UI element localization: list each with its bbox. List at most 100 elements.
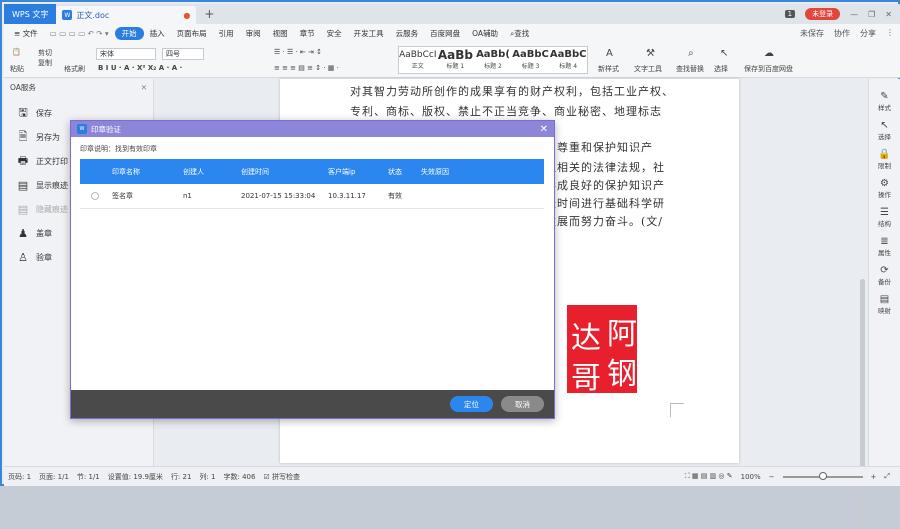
select-button[interactable]: 选择: [714, 64, 728, 74]
login-button[interactable]: 未登录: [805, 8, 841, 20]
col-header: 创建人: [183, 167, 204, 176]
sidebar-mapping[interactable]: ▤ 映射: [869, 290, 900, 319]
paragraph-buttons[interactable]: ☰ · ☰ · ⇤ ⇥ ↕: [274, 48, 322, 56]
unsaved-status[interactable]: 未保存: [800, 28, 824, 39]
cancel-button[interactable]: 取消: [501, 396, 544, 412]
menu-chapter[interactable]: 章节: [294, 28, 321, 39]
doc-line: ，尊重和保护知识产: [545, 141, 653, 154]
spell-check-button[interactable]: ☑ 拼写检查: [263, 472, 300, 482]
sidebar-backup[interactable]: ⟳ 备份: [869, 261, 900, 290]
dialog-close-icon[interactable]: ✕: [540, 124, 548, 135]
sidebar-select[interactable]: ↖ 选择: [869, 116, 900, 145]
properties-icon: ≣: [880, 236, 889, 247]
font-select[interactable]: 宋体: [96, 48, 156, 60]
dialog-note: 印章说明：找到有效印章: [80, 145, 157, 153]
scrollbar-thumb[interactable]: [860, 279, 865, 529]
menu-bar: ≡ 文件 ▭ ▭ ▭ ▭ ↶ ↷ ▾ 开始 插入 页面布局 引用 审阅 视图 章…: [4, 24, 900, 42]
format-buttons[interactable]: B I U · A · X² X₂ A · A ·: [98, 64, 182, 72]
new-style-icon[interactable]: A: [606, 48, 613, 59]
table-row[interactable]: 签名章 n1 2021-07-15 15:33:04 10.3.11.17 有效: [80, 184, 544, 209]
text-tools-button[interactable]: 文字工具: [634, 64, 662, 74]
find-replace-button[interactable]: 查找替换: [676, 64, 704, 74]
menu-start[interactable]: 开始: [114, 26, 144, 40]
new-tab-icon[interactable]: +: [196, 7, 222, 21]
status-row: 行: 21: [170, 472, 192, 481]
gear-icon: ⚙: [880, 178, 889, 189]
menu-file[interactable]: ≡ 文件: [8, 28, 44, 39]
sidebar-restrict[interactable]: 🔒 限制: [869, 145, 900, 174]
seal-verify-dialog: W 印章验证 ✕ 印章说明：找到有效印章 印章名称 创建人 创建时间 客户端ip…: [70, 120, 555, 419]
menu-oa[interactable]: OA辅助: [466, 28, 504, 39]
style-normal[interactable]: AaBbCcI 正文: [399, 47, 437, 73]
menu-layout[interactable]: 页面布局: [171, 28, 213, 39]
paste-button[interactable]: 粘贴: [10, 64, 24, 74]
new-style-button[interactable]: 新样式: [598, 64, 619, 74]
table-header: 印章名称 创建人 创建时间 客户端ip 状态 失效原因: [80, 159, 544, 184]
format-painter-button[interactable]: 格式刷: [64, 64, 85, 74]
document-tab-label: 正文.doc: [76, 10, 110, 20]
hide-revisions-icon: ▤: [17, 202, 29, 216]
notification-badge[interactable]: 1: [784, 10, 796, 18]
cloud-save-icon[interactable]: ☁: [764, 48, 774, 59]
menu-insert[interactable]: 插入: [144, 28, 171, 39]
font-size-select[interactable]: 四号: [162, 48, 204, 60]
maximize-icon[interactable]: ❐: [868, 10, 875, 19]
spell-check-icon: ☑: [263, 472, 270, 481]
menu-review[interactable]: 审阅: [240, 28, 267, 39]
menu-view[interactable]: 视图: [267, 28, 294, 39]
seal-char: 达: [571, 321, 601, 356]
find-replace-icon[interactable]: ⌕: [688, 48, 694, 59]
locate-button[interactable]: 定位: [450, 396, 493, 412]
zoom-slider[interactable]: [782, 471, 863, 480]
save-baidu-button[interactable]: 保存到百度网盘: [744, 64, 793, 74]
menu-search[interactable]: ⌕查找: [504, 28, 535, 39]
pen-icon: ✎: [880, 91, 889, 102]
text-tools-icon[interactable]: ⚒: [646, 48, 655, 59]
collaborate-button[interactable]: 协作: [834, 28, 850, 39]
row-radio[interactable]: [91, 192, 99, 200]
menu-reference[interactable]: 引用: [213, 28, 240, 39]
style-heading-1[interactable]: AaBb 标题 1: [437, 47, 475, 73]
select-icon[interactable]: ↖: [720, 48, 728, 59]
zoom-slider-knob[interactable]: [818, 471, 827, 480]
cell-status: 有效: [388, 192, 402, 200]
zoom-level[interactable]: 100%: [741, 473, 761, 481]
cut-button[interactable]: 剪切: [38, 48, 52, 58]
align-buttons[interactable]: ≡ ≡ ≡ ▤ ≡ ↕ · ▦ ·: [274, 64, 339, 72]
style-heading-2[interactable]: AaBb(标题 2: [474, 47, 512, 73]
menu-cloud[interactable]: 云服务: [390, 28, 425, 39]
copy-button[interactable]: 复制: [38, 58, 52, 68]
vertical-scrollbar[interactable]: [858, 79, 868, 529]
app-window: WPS 文字 W 正文.doc ● + 1 未登录 — ❐ ✕ ≡ 文件 ▭ ▭…: [0, 0, 900, 529]
margin-corner-mark: [670, 403, 684, 417]
menu-baidu[interactable]: 百度网盘: [424, 28, 466, 39]
sidebar-properties[interactable]: ≣ 属性: [869, 232, 900, 261]
style-heading-4[interactable]: AaBbC 标题 4: [549, 47, 587, 73]
paste-icon[interactable]: 📋: [12, 48, 21, 56]
red-seal-stamp[interactable]: 阿 钢 达 哥: [567, 305, 637, 396]
close-panel-icon[interactable]: ✕: [141, 83, 147, 92]
status-setting: 设置值: 19.9厘米: [107, 472, 163, 481]
save-icon: 🖫: [18, 105, 28, 119]
status-words: 字数: 406: [223, 472, 256, 481]
right-sidebar: ✎ 样式 ↖ 选择 🔒 限制 ⚙ 操作 ☰ 结构 ≣ 属性 ⟳ 备份 ▤ 映射: [868, 79, 900, 466]
sidebar-style[interactable]: ✎ 样式: [869, 87, 900, 116]
zoom-in-icon[interactable]: +: [871, 473, 877, 481]
more-icon[interactable]: ⋮: [886, 28, 894, 39]
doc-line: 专利、商标、版权、禁止不正当竞争、商业秘密、地理标志: [350, 105, 662, 118]
sidebar-operate[interactable]: ⚙ 操作: [869, 174, 900, 203]
dialog-title: 印章验证: [91, 124, 121, 134]
app-tab[interactable]: WPS 文字: [4, 4, 57, 24]
sidebar-structure[interactable]: ☰ 结构: [869, 203, 900, 232]
zoom-out-icon[interactable]: −: [769, 473, 775, 481]
share-button[interactable]: 分享: [860, 28, 876, 39]
cell-name: 签名章: [112, 192, 133, 200]
menu-devtools[interactable]: 开发工具: [348, 28, 390, 39]
minimize-icon[interactable]: —: [850, 10, 858, 19]
document-tab[interactable]: W 正文.doc ●: [56, 6, 197, 24]
view-mode-icons[interactable]: ⛶ ▦ ▤ ▥ ◎ ✎: [685, 472, 733, 481]
style-heading-3[interactable]: AaBbC 标题 3: [512, 47, 550, 73]
close-icon[interactable]: ✕: [885, 10, 892, 19]
fit-icon[interactable]: ⤢: [884, 472, 890, 481]
menu-security[interactable]: 安全: [321, 28, 348, 39]
